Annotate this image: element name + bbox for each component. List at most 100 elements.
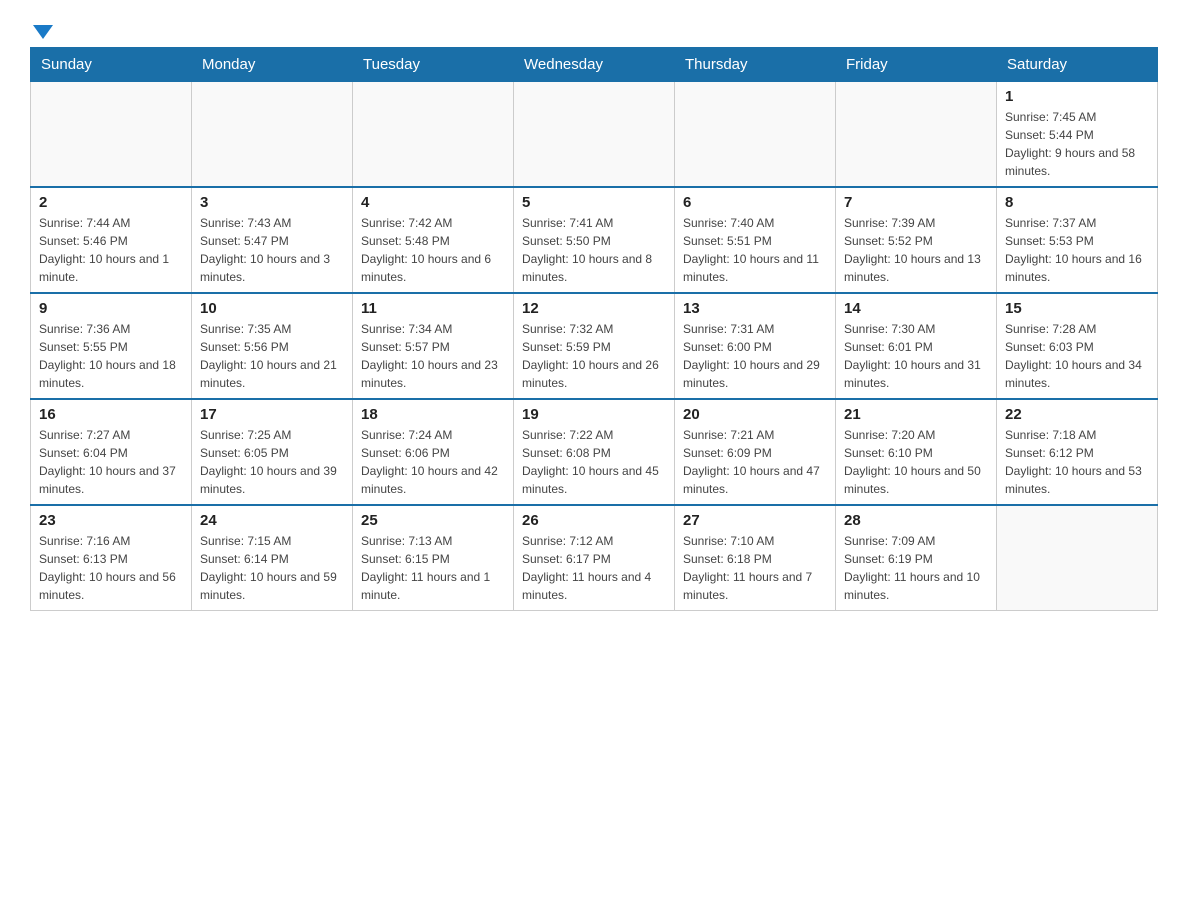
calendar-day-cell: 1 Sunrise: 7:45 AMSunset: 5:44 PMDaylight…: [997, 82, 1158, 188]
day-info: Sunrise: 7:42 AMSunset: 5:48 PMDaylight:…: [361, 214, 505, 286]
day-number: 21: [844, 406, 988, 423]
day-number: 10: [200, 300, 344, 317]
page-header: [30, 20, 1158, 37]
day-number: 17: [200, 406, 344, 423]
calendar-header-friday: Friday: [836, 48, 997, 82]
day-number: 16: [39, 406, 183, 423]
calendar-week-row: 23Sunrise: 7:16 AMSunset: 6:13 PMDayligh…: [31, 505, 1158, 611]
day-number: 7: [844, 194, 988, 211]
day-number: 28: [844, 512, 988, 529]
calendar-day-cell: [353, 82, 514, 188]
day-info: Sunrise: 7:10 AMSunset: 6:18 PMDaylight:…: [683, 532, 827, 604]
day-number: 23: [39, 512, 183, 529]
calendar-day-cell: 26 Sunrise: 7:12 AMSunset: 6:17 PMDayligh…: [514, 505, 675, 611]
calendar-day-cell: [675, 82, 836, 188]
day-number: 20: [683, 406, 827, 423]
calendar-day-cell: [514, 82, 675, 188]
day-info: Sunrise: 7:12 AMSunset: 6:17 PMDaylight:…: [522, 532, 666, 604]
calendar-header-row: SundayMondayTuesdayWednesdayThursdayFrid…: [31, 48, 1158, 82]
day-info: Sunrise: 7:36 AMSunset: 5:55 PMDaylight:…: [39, 320, 183, 392]
day-number: 6: [683, 194, 827, 211]
calendar-day-cell: [192, 82, 353, 188]
calendar-day-cell: 15 Sunrise: 7:28 AMSunset: 6:03 PMDayligh…: [997, 293, 1158, 399]
day-number: 5: [522, 194, 666, 211]
calendar-day-cell: 13 Sunrise: 7:31 AMSunset: 6:00 PMDayligh…: [675, 293, 836, 399]
day-info: Sunrise: 7:37 AMSunset: 5:53 PMDaylight:…: [1005, 214, 1149, 286]
calendar-day-cell: 12 Sunrise: 7:32 AMSunset: 5:59 PMDayligh…: [514, 293, 675, 399]
day-number: 4: [361, 194, 505, 211]
calendar-day-cell: 25 Sunrise: 7:13 AMSunset: 6:15 PMDayligh…: [353, 505, 514, 611]
day-info: Sunrise: 7:28 AMSunset: 6:03 PMDaylight:…: [1005, 320, 1149, 392]
day-info: Sunrise: 7:39 AMSunset: 5:52 PMDaylight:…: [844, 214, 988, 286]
calendar-day-cell: 27Sunrise: 7:10 AMSunset: 6:18 PMDayligh…: [675, 505, 836, 611]
calendar-day-cell: 3 Sunrise: 7:43 AMSunset: 5:47 PMDaylight…: [192, 187, 353, 293]
calendar-day-cell: 17 Sunrise: 7:25 AMSunset: 6:05 PMDayligh…: [192, 399, 353, 505]
day-info: Sunrise: 7:30 AMSunset: 6:01 PMDaylight:…: [844, 320, 988, 392]
calendar-week-row: 1 Sunrise: 7:45 AMSunset: 5:44 PMDaylight…: [31, 82, 1158, 188]
logo-arrow-icon: [33, 25, 53, 39]
day-info: Sunrise: 7:09 AMSunset: 6:19 PMDaylight:…: [844, 532, 988, 604]
calendar-day-cell: 8 Sunrise: 7:37 AMSunset: 5:53 PMDaylight…: [997, 187, 1158, 293]
day-info: Sunrise: 7:27 AMSunset: 6:04 PMDaylight:…: [39, 426, 183, 498]
day-number: 1: [1005, 88, 1149, 105]
calendar-day-cell: 23Sunrise: 7:16 AMSunset: 6:13 PMDayligh…: [31, 505, 192, 611]
calendar-day-cell: [31, 82, 192, 188]
calendar-day-cell: 16 Sunrise: 7:27 AMSunset: 6:04 PMDayligh…: [31, 399, 192, 505]
calendar-day-cell: 14Sunrise: 7:30 AMSunset: 6:01 PMDayligh…: [836, 293, 997, 399]
calendar-header-thursday: Thursday: [675, 48, 836, 82]
calendar-day-cell: [997, 505, 1158, 611]
calendar-day-cell: 6 Sunrise: 7:40 AMSunset: 5:51 PMDaylight…: [675, 187, 836, 293]
day-info: Sunrise: 7:45 AMSunset: 5:44 PMDaylight:…: [1005, 108, 1149, 180]
calendar-day-cell: [836, 82, 997, 188]
calendar-day-cell: 21 Sunrise: 7:20 AMSunset: 6:10 PMDayligh…: [836, 399, 997, 505]
calendar-week-row: 16 Sunrise: 7:27 AMSunset: 6:04 PMDayligh…: [31, 399, 1158, 505]
calendar-day-cell: 18 Sunrise: 7:24 AMSunset: 6:06 PMDayligh…: [353, 399, 514, 505]
calendar-week-row: 2 Sunrise: 7:44 AMSunset: 5:46 PMDaylight…: [31, 187, 1158, 293]
day-number: 22: [1005, 406, 1149, 423]
calendar-header-wednesday: Wednesday: [514, 48, 675, 82]
day-number: 8: [1005, 194, 1149, 211]
day-info: Sunrise: 7:40 AMSunset: 5:51 PMDaylight:…: [683, 214, 827, 286]
day-info: Sunrise: 7:25 AMSunset: 6:05 PMDaylight:…: [200, 426, 344, 498]
day-info: Sunrise: 7:35 AMSunset: 5:56 PMDaylight:…: [200, 320, 344, 392]
calendar-header-sunday: Sunday: [31, 48, 192, 82]
day-info: Sunrise: 7:22 AMSunset: 6:08 PMDaylight:…: [522, 426, 666, 498]
calendar-day-cell: 7 Sunrise: 7:39 AMSunset: 5:52 PMDaylight…: [836, 187, 997, 293]
calendar-day-cell: 20 Sunrise: 7:21 AMSunset: 6:09 PMDayligh…: [675, 399, 836, 505]
calendar-table: SundayMondayTuesdayWednesdayThursdayFrid…: [30, 47, 1158, 611]
day-info: Sunrise: 7:13 AMSunset: 6:15 PMDaylight:…: [361, 532, 505, 604]
day-number: 12: [522, 300, 666, 317]
day-info: Sunrise: 7:24 AMSunset: 6:06 PMDaylight:…: [361, 426, 505, 498]
day-info: Sunrise: 7:43 AMSunset: 5:47 PMDaylight:…: [200, 214, 344, 286]
day-info: Sunrise: 7:31 AMSunset: 6:00 PMDaylight:…: [683, 320, 827, 392]
day-number: 13: [683, 300, 827, 317]
calendar-day-cell: 9 Sunrise: 7:36 AMSunset: 5:55 PMDaylight…: [31, 293, 192, 399]
day-number: 2: [39, 194, 183, 211]
calendar-day-cell: 4 Sunrise: 7:42 AMSunset: 5:48 PMDaylight…: [353, 187, 514, 293]
day-info: Sunrise: 7:41 AMSunset: 5:50 PMDaylight:…: [522, 214, 666, 286]
day-info: Sunrise: 7:18 AMSunset: 6:12 PMDaylight:…: [1005, 426, 1149, 498]
calendar-day-cell: 5 Sunrise: 7:41 AMSunset: 5:50 PMDaylight…: [514, 187, 675, 293]
day-number: 24: [200, 512, 344, 529]
day-info: Sunrise: 7:34 AMSunset: 5:57 PMDaylight:…: [361, 320, 505, 392]
day-number: 25: [361, 512, 505, 529]
day-info: Sunrise: 7:32 AMSunset: 5:59 PMDaylight:…: [522, 320, 666, 392]
day-number: 9: [39, 300, 183, 317]
calendar-day-cell: 22 Sunrise: 7:18 AMSunset: 6:12 PMDayligh…: [997, 399, 1158, 505]
calendar-day-cell: 10 Sunrise: 7:35 AMSunset: 5:56 PMDayligh…: [192, 293, 353, 399]
day-info: Sunrise: 7:44 AMSunset: 5:46 PMDaylight:…: [39, 214, 183, 286]
calendar-week-row: 9 Sunrise: 7:36 AMSunset: 5:55 PMDaylight…: [31, 293, 1158, 399]
day-number: 3: [200, 194, 344, 211]
calendar-day-cell: 28 Sunrise: 7:09 AMSunset: 6:19 PMDayligh…: [836, 505, 997, 611]
day-number: 26: [522, 512, 666, 529]
calendar-day-cell: 11Sunrise: 7:34 AMSunset: 5:57 PMDayligh…: [353, 293, 514, 399]
calendar-day-cell: 19Sunrise: 7:22 AMSunset: 6:08 PMDayligh…: [514, 399, 675, 505]
day-number: 15: [1005, 300, 1149, 317]
day-info: Sunrise: 7:21 AMSunset: 6:09 PMDaylight:…: [683, 426, 827, 498]
calendar-header-monday: Monday: [192, 48, 353, 82]
calendar-header-tuesday: Tuesday: [353, 48, 514, 82]
day-number: 18: [361, 406, 505, 423]
day-info: Sunrise: 7:20 AMSunset: 6:10 PMDaylight:…: [844, 426, 988, 498]
logo: [30, 20, 53, 37]
calendar-day-cell: 2 Sunrise: 7:44 AMSunset: 5:46 PMDaylight…: [31, 187, 192, 293]
